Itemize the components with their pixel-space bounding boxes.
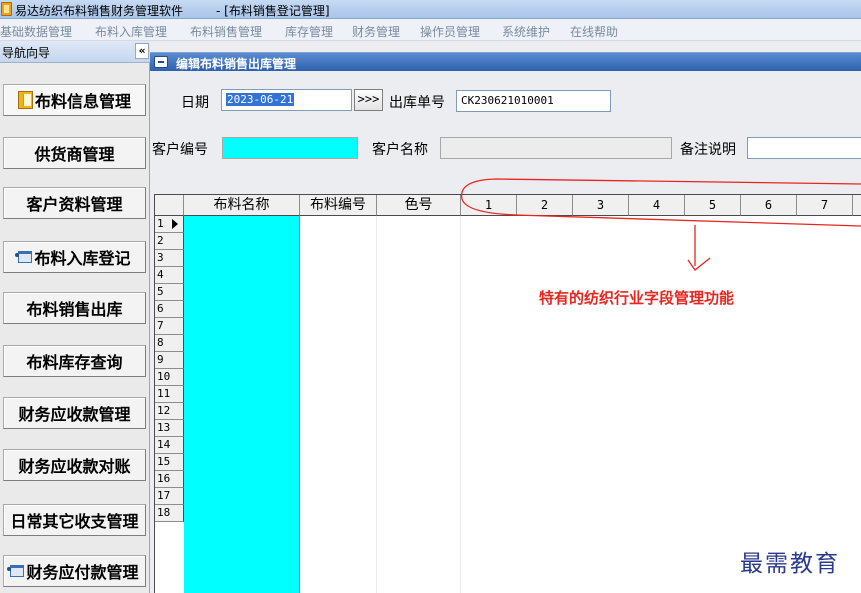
collapse-sidebar-button[interactable]: « bbox=[135, 43, 149, 59]
sidebar-item-label: 供货商管理 bbox=[34, 145, 115, 164]
menu-fabric-stock-in[interactable]: 布料入库管理 bbox=[95, 23, 167, 40]
window-icon bbox=[15, 251, 33, 263]
book-icon bbox=[17, 91, 33, 109]
sidebar-item-fabric-info[interactable]: 布料信息管理 bbox=[3, 84, 146, 116]
sidebar-item-label: 布料入库登记 bbox=[34, 249, 131, 268]
sidebar-item-label: 财务应付款管理 bbox=[26, 563, 139, 582]
sidebar-item-stock-in[interactable]: 布料入库登记 bbox=[3, 241, 146, 273]
sidebar-item-label: 布料信息管理 bbox=[34, 92, 131, 111]
sidebar-title: 导航向导 bbox=[2, 46, 51, 60]
sidebar-item-receivables[interactable]: 财务应收款管理 bbox=[3, 397, 146, 429]
app-title: 易达纺织布料销售财务管理软件 bbox=[15, 4, 184, 18]
window-icon bbox=[7, 565, 25, 577]
app-icon bbox=[1, 2, 12, 16]
menu-fabric-sales[interactable]: 布料销售管理 bbox=[190, 23, 262, 40]
sidebar-item-suppliers[interactable]: 供货商管理 bbox=[3, 137, 146, 169]
sidebar-item-label: 布料库存查询 bbox=[26, 353, 123, 372]
menu-help[interactable]: 在线帮助 bbox=[570, 23, 618, 40]
sidebar-item-customers[interactable]: 客户资料管理 bbox=[3, 187, 146, 219]
menu-finance[interactable]: 财务管理 bbox=[352, 23, 400, 40]
menu-inventory[interactable]: 库存管理 bbox=[285, 23, 333, 40]
sidebar-item-sales-out[interactable]: 布料销售出库 bbox=[3, 292, 146, 324]
menu-operators[interactable]: 操作员管理 bbox=[420, 23, 480, 40]
document-title: - [布料销售登记管理] bbox=[216, 4, 330, 18]
sidebar-item-label: 财务应收款管理 bbox=[18, 405, 131, 424]
menu-bar: 基础数据管理 布料入库管理 布料销售管理 库存管理 财务管理 操作员管理 系统维… bbox=[0, 19, 861, 41]
sidebar-item-label: 客户资料管理 bbox=[26, 195, 123, 214]
sidebar-item-label: 日常其它收支管理 bbox=[10, 512, 139, 531]
sidebar-item-payables[interactable]: 财务应付款管理 bbox=[3, 555, 146, 587]
menu-basic-data[interactable]: 基础数据管理 bbox=[0, 23, 72, 40]
sidebar-item-label: 财务应收款对账 bbox=[18, 457, 131, 476]
sidebar-header: 导航向导 « bbox=[0, 41, 150, 63]
annotation-bracket bbox=[461, 178, 861, 271]
sidebar-item-receivables-recon[interactable]: 财务应收款对账 bbox=[3, 449, 146, 481]
sidebar-item-stock-query[interactable]: 布料库存查询 bbox=[3, 345, 146, 377]
main-panel: 编辑布料销售出库管理 日期 2023-06-21 >>> 出库单号 CK2306… bbox=[150, 41, 861, 593]
sidebar-item-label: 布料销售出库 bbox=[26, 300, 123, 319]
navigation-sidebar: 导航向导 « 布料信息管理 供货商管理 客户资料管理 布料入库登记 布料销售出库… bbox=[0, 41, 150, 593]
menu-system[interactable]: 系统维护 bbox=[502, 23, 550, 40]
sidebar-item-other-income-expense[interactable]: 日常其它收支管理 bbox=[3, 504, 146, 536]
title-bar: 易达纺织布料销售财务管理软件 - [布料销售登记管理] bbox=[0, 0, 861, 19]
